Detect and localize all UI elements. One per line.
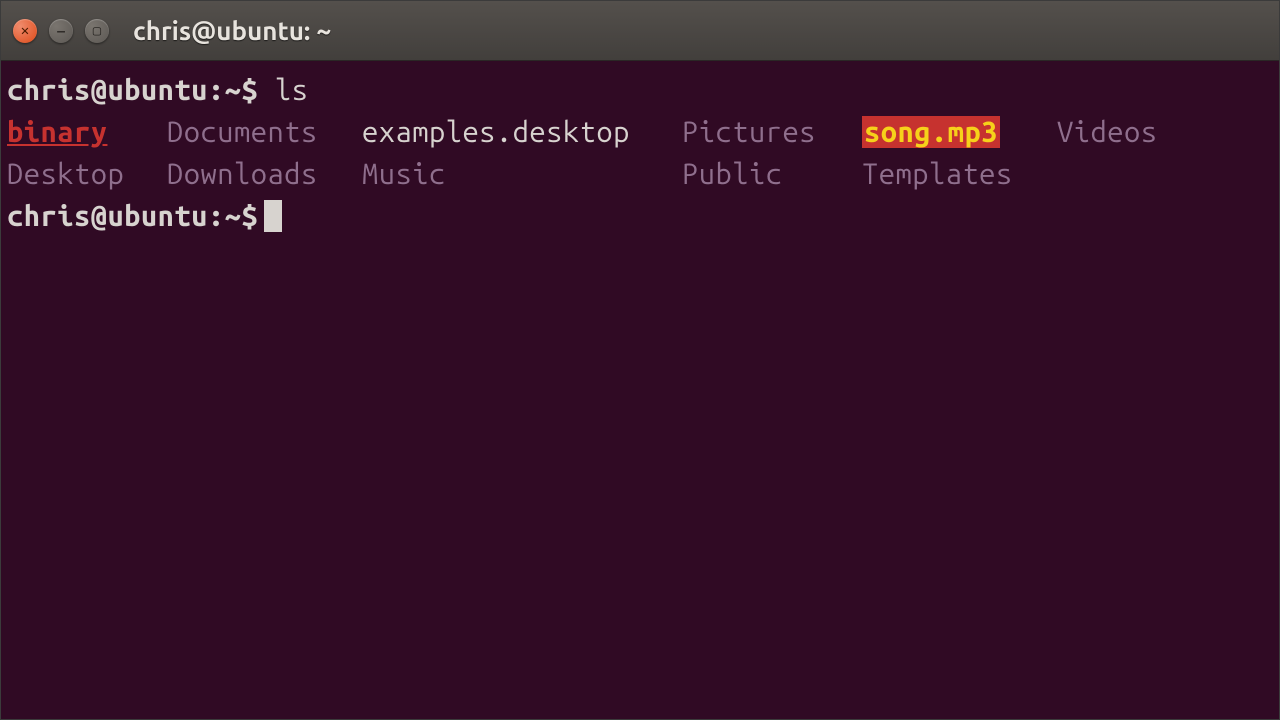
ls-item-binary: binary xyxy=(7,111,167,153)
prompt-path: ~ xyxy=(225,200,242,232)
prompt-sigil: $ xyxy=(241,200,258,232)
prompt-line-2[interactable]: chris@ubuntu:~$ xyxy=(7,195,1273,237)
ls-item-song-mp3: song.mp3 xyxy=(862,116,1000,148)
terminal-body[interactable]: chris@ubuntu:~$ ls binary Documents exam… xyxy=(1,61,1279,237)
ls-item-documents: Documents xyxy=(167,111,362,153)
cursor-block-icon xyxy=(264,200,282,232)
ls-item-desktop: Desktop xyxy=(7,153,167,195)
ls-item-downloads: Downloads xyxy=(167,153,362,195)
minimize-icon[interactable]: — xyxy=(49,19,73,43)
ls-item-templates: Templates xyxy=(862,153,1057,195)
prompt-sep: : xyxy=(208,200,225,232)
terminal-window: ✕ — ▢ chris@ubuntu: ~ chris@ubuntu:~$ ls… xyxy=(0,0,1280,720)
maximize-icon[interactable]: ▢ xyxy=(85,19,109,43)
titlebar[interactable]: ✕ — ▢ chris@ubuntu: ~ xyxy=(1,1,1279,61)
prompt-line-1: chris@ubuntu:~$ ls xyxy=(7,69,1273,111)
prompt-sep: : xyxy=(208,74,225,106)
prompt-sigil: $ xyxy=(241,74,258,106)
ls-output-row: binary Documents examples.desktop Pictur… xyxy=(7,111,1273,153)
ls-item-public: Public xyxy=(682,153,862,195)
prompt-user: chris@ubuntu xyxy=(7,74,208,106)
ls-item-videos: Videos xyxy=(1057,111,1273,153)
ls-item-pictures: Pictures xyxy=(682,111,862,153)
command-text: ls xyxy=(275,74,308,106)
close-icon[interactable]: ✕ xyxy=(13,19,37,43)
ls-output-row: Desktop Downloads Music Public Templates xyxy=(7,153,1273,195)
window-title: chris@ubuntu: ~ xyxy=(133,16,331,45)
ls-item-examples-desktop: examples.desktop xyxy=(362,111,682,153)
prompt-path: ~ xyxy=(225,74,242,106)
ls-item-music: Music xyxy=(362,153,682,195)
prompt-user: chris@ubuntu xyxy=(7,200,208,232)
ls-item-empty xyxy=(1057,153,1273,195)
